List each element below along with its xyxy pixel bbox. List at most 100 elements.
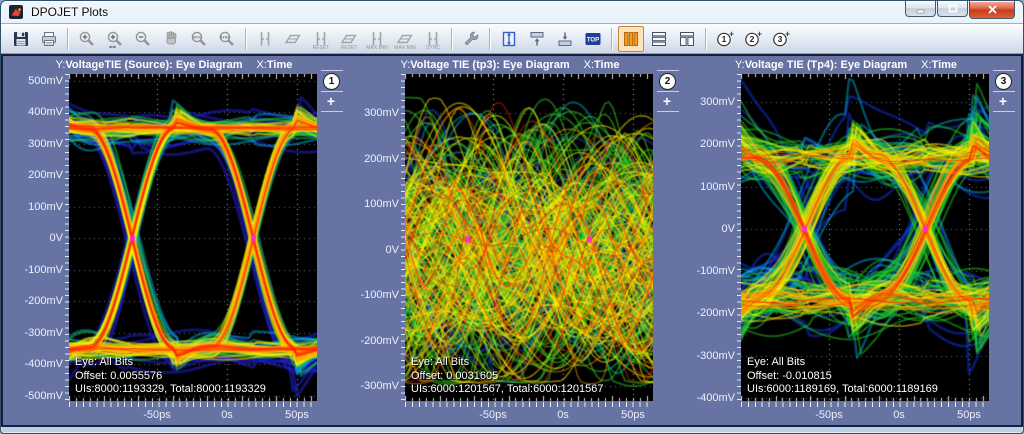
offset-label: Offset: -0.010815 xyxy=(747,370,938,384)
add-plot-3-icon: 3+ xyxy=(771,29,791,49)
plot-number-badge-1[interactable]: 1 xyxy=(323,73,340,90)
dpojet-plots-window: DPOJET Plots 100% SYNC RESETRESET MAX MINMA… xyxy=(0,0,1024,434)
save-button[interactable] xyxy=(8,26,34,52)
x-tick-label: 50ps xyxy=(957,409,981,421)
add-plot-2-icon: 2+ xyxy=(743,29,763,49)
y-tick-label: 200mV xyxy=(28,169,63,181)
y-tick-label: 400mV xyxy=(28,106,63,118)
horizontal-cursors-reset-button[interactable]: RESET xyxy=(336,26,362,52)
plot-controls-1: 1 + xyxy=(321,70,343,130)
vertical-cursors-reset-button[interactable]: RESET xyxy=(308,26,334,52)
horizontal-cursors-button[interactable] xyxy=(280,26,306,52)
align-top-button[interactable] xyxy=(524,26,550,52)
layout-rows-button[interactable] xyxy=(646,26,672,52)
minimize-button[interactable] xyxy=(905,1,936,17)
title-bar[interactable]: DPOJET Plots xyxy=(1,1,1023,23)
x-axis-prefix: X: xyxy=(584,59,594,71)
plot-panel-1: Y:VoltageTIE (Source): Eye DiagramX:Time… xyxy=(31,56,341,425)
plot-config-wrench-button[interactable] xyxy=(458,26,484,52)
align-bottom-icon xyxy=(555,29,575,49)
x-tick-label: 0s xyxy=(893,409,905,421)
zoom-100-button[interactable]: 100% xyxy=(186,26,212,52)
y-tick-label: -500mV xyxy=(24,390,63,402)
y-tick-label: 0V xyxy=(386,244,399,256)
y-tick-label: -300mV xyxy=(696,350,735,362)
svg-text:SYNC: SYNC xyxy=(220,35,231,39)
cursors-sync-button[interactable]: SYNC xyxy=(420,26,446,52)
y-axis-labels-3: 300mV200mV100mV0V-100mV-200mV-300mV-400m… xyxy=(703,74,736,401)
zoom-horizontal-icon xyxy=(105,29,125,49)
close-button[interactable] xyxy=(969,1,1015,19)
toolbar-separator xyxy=(611,28,613,50)
x-axis-title: Time xyxy=(594,59,619,71)
svg-text:3: 3 xyxy=(778,34,783,44)
x-axis-prefix: X: xyxy=(921,59,931,71)
align-top-icon xyxy=(527,29,547,49)
divider xyxy=(657,70,679,71)
plots-area: Y:VoltageTIE (Source): Eye DiagramX:Time… xyxy=(1,54,1023,427)
divider xyxy=(993,91,1015,92)
x-axis-ticks-1 xyxy=(69,402,317,407)
send-to-top-icon: TOP xyxy=(583,29,603,49)
layout-columns-button[interactable] xyxy=(618,26,644,52)
eye-source-label: Eye: All Bits xyxy=(411,356,603,370)
send-to-top-button[interactable]: TOP xyxy=(580,26,606,52)
toolbar-separator xyxy=(489,28,491,50)
plot-number-badge-2[interactable]: 2 xyxy=(659,73,676,90)
vertical-cursors-max-min-caption: MAX MIN xyxy=(365,46,389,51)
expand-plot-button-3[interactable]: + xyxy=(995,93,1011,109)
x-axis-labels-3: -50ps 0s 50ps xyxy=(741,409,989,423)
add-plot-2-button[interactable]: 2+ xyxy=(740,26,766,52)
zoom-horizontal-button[interactable] xyxy=(102,26,128,52)
plot-panel-2: Y:Voltage TIE (tp3): Eye DiagramX:Time 3… xyxy=(367,56,677,425)
y-axis-prefix: Y: xyxy=(735,59,745,71)
layout-grid-button[interactable] xyxy=(674,26,700,52)
y-tick-label: 100mV xyxy=(700,181,735,193)
cursors-sync-caption: SYNC xyxy=(421,46,445,51)
zoom-sync-icon: SYNC xyxy=(217,29,237,49)
horizontal-cursors-max-min-button[interactable]: MAX MIN xyxy=(392,26,418,52)
window-controls xyxy=(904,1,1015,19)
plot-title-1: Y:VoltageTIE (Source): Eye DiagramX:Time xyxy=(19,59,329,71)
x-tick-label: 50ps xyxy=(621,409,645,421)
y-tick-label: -400mV xyxy=(696,392,735,404)
zoom-out-button[interactable] xyxy=(130,26,156,52)
pan-button[interactable] xyxy=(158,26,184,52)
y-tick-label: 300mV xyxy=(364,107,399,119)
vertical-cursors-button[interactable] xyxy=(252,26,278,52)
x-tick-label: -50ps xyxy=(479,409,507,421)
add-plot-3-button[interactable]: 3+ xyxy=(768,26,794,52)
zoom-in-button[interactable] xyxy=(74,26,100,52)
expand-plot-button-2[interactable]: + xyxy=(659,93,675,109)
y-axis-title: Voltage TIE (Tp4): Eye Diagram xyxy=(745,59,907,71)
y-axis-prefix: Y: xyxy=(56,59,66,71)
uis-total-label: UIs:8000:1193329, Total:8000:1193329 xyxy=(75,383,266,397)
add-plot-1-button[interactable]: 1+ xyxy=(712,26,738,52)
svg-text:+: + xyxy=(785,29,790,38)
y-tick-label: 300mV xyxy=(700,96,735,108)
plot-title-3: Y:Voltage TIE (Tp4): Eye DiagramX:Time xyxy=(691,59,1001,71)
print-button[interactable] xyxy=(36,26,62,52)
y-axis-labels-1: 500mV400mV300mV200mV100mV0V-100mV-200mV-… xyxy=(31,74,64,401)
plot-number-badge-3[interactable]: 3 xyxy=(995,73,1012,90)
zoom-sync-button[interactable]: SYNC xyxy=(214,26,240,52)
align-bottom-button[interactable] xyxy=(552,26,578,52)
maximize-icon xyxy=(947,3,959,14)
uis-total-label: UIs:6000:1189169, Total:6000:1189169 xyxy=(747,383,938,397)
maximize-button[interactable] xyxy=(937,1,968,17)
toolbar-separator xyxy=(705,28,707,50)
y-axis-title: Voltage TIE (tp3): Eye Diagram xyxy=(410,59,569,71)
fit-vertical-icon xyxy=(499,29,519,49)
plot-panel-3: Y:Voltage TIE (Tp4): Eye DiagramX:Time 3… xyxy=(703,56,1013,425)
vertical-cursors-max-min-button[interactable]: MAX MIN xyxy=(364,26,390,52)
horizontal-cursors-reset-caption: RESET xyxy=(337,46,361,51)
plot-overlay-2: Eye: All Bits Offset: 0.0031605 UIs:6000… xyxy=(411,356,603,397)
close-icon xyxy=(987,4,998,15)
svg-text:TOP: TOP xyxy=(587,37,599,43)
horizontal-cursors-icon xyxy=(283,29,303,49)
fit-vertical-button[interactable] xyxy=(496,26,522,52)
minimize-icon xyxy=(915,3,926,14)
expand-plot-button-1[interactable]: + xyxy=(323,93,339,109)
layout-columns-icon xyxy=(621,29,641,49)
layout-rows-icon xyxy=(649,29,669,49)
